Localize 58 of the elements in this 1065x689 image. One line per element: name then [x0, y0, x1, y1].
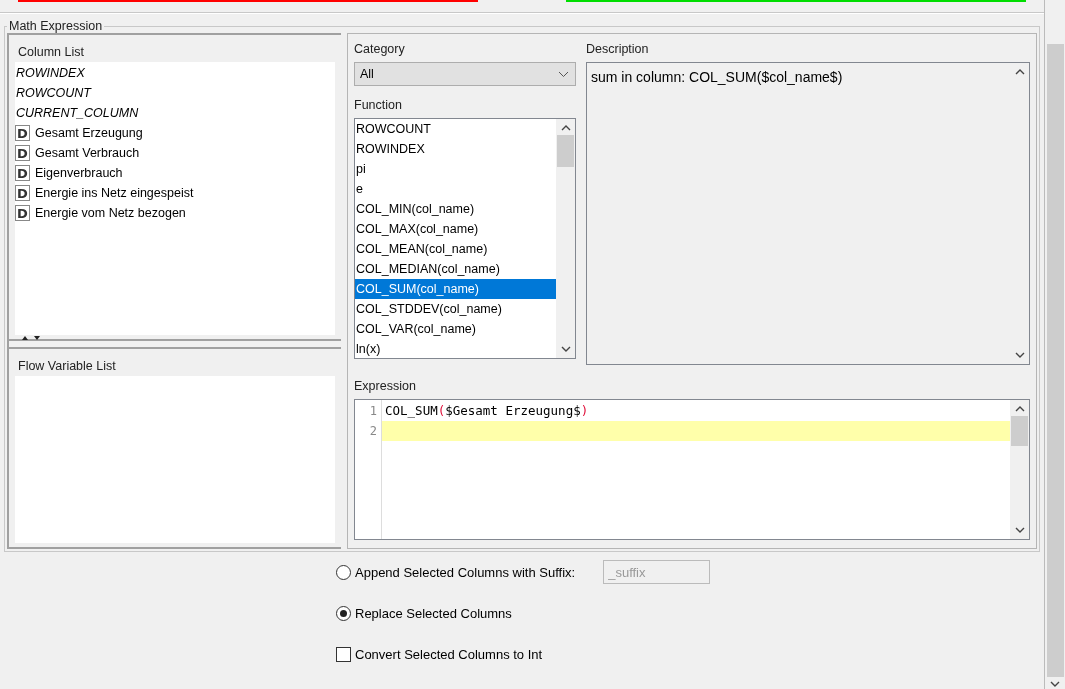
- function-item[interactable]: ln(x): [355, 339, 556, 358]
- expression-label: Expression: [354, 378, 417, 395]
- function-item[interactable]: e: [355, 179, 556, 199]
- scroll-down-icon[interactable]: [1014, 527, 1025, 533]
- column-item[interactable]: Energie ins Netz eingespeist: [34, 183, 194, 203]
- column-item[interactable]: Gesamt Erzeugung: [34, 123, 143, 143]
- function-item[interactable]: COL_VAR(col_name): [355, 319, 556, 339]
- expression-editor[interactable]: 1 2 COL_SUM($Gesamt Erzeugung$): [354, 399, 1030, 540]
- variable-item[interactable]: CURRENT_COLUMN: [15, 103, 335, 123]
- scroll-up-icon[interactable]: [1014, 69, 1025, 75]
- scrollbar[interactable]: [1010, 400, 1029, 539]
- radio-button[interactable]: [336, 564, 351, 580]
- scrollbar-thumb[interactable]: [1011, 416, 1028, 446]
- column-item[interactable]: Eigenverbrauch: [34, 163, 123, 183]
- line-number: 2: [368, 423, 377, 440]
- chevron-down-icon: [558, 70, 569, 78]
- type-badge: D: [15, 205, 30, 221]
- function-item[interactable]: ROWCOUNT: [355, 119, 556, 139]
- option-label[interactable]: Replace Selected Columns: [355, 605, 512, 621]
- category-label: Category: [354, 41, 406, 58]
- radio-button[interactable]: [336, 605, 351, 621]
- description-text: sum in column: COL_SUM($col_name$): [590, 68, 844, 87]
- type-badge: D: [15, 125, 30, 141]
- function-item[interactable]: COL_MEDIAN(col_name): [355, 259, 556, 279]
- scroll-down-icon[interactable]: [1050, 681, 1060, 687]
- variable-item[interactable]: ROWCOUNT: [15, 83, 335, 103]
- scrollbar-thumb[interactable]: [1046, 44, 1064, 677]
- line-number: 1: [368, 403, 377, 420]
- option-label[interactable]: Append Selected Columns with Suffix:: [355, 564, 576, 580]
- panel-title: Flow Variable List: [17, 358, 117, 375]
- description-label: Description: [586, 41, 650, 58]
- panel-title: Column List: [17, 44, 85, 61]
- function-item[interactable]: COL_MAX(col_name): [355, 219, 556, 239]
- function-item[interactable]: ROWINDEX: [355, 139, 556, 159]
- type-badge: D: [15, 185, 30, 201]
- splitter-arrows-icon[interactable]: [21, 335, 43, 341]
- variable-item[interactable]: ROWINDEX: [15, 63, 335, 83]
- group-title: Math Expression: [8, 19, 104, 33]
- scroll-down-icon[interactable]: [560, 346, 571, 352]
- function-item[interactable]: COL_MEAN(col_name): [355, 239, 556, 259]
- column-item[interactable]: Gesamt Verbrauch: [34, 143, 140, 163]
- function-item[interactable]: COL_STDDEV(col_name): [355, 299, 556, 319]
- option-label[interactable]: Convert Selected Columns to Int: [355, 646, 543, 662]
- scroll-up-icon[interactable]: [560, 125, 571, 131]
- scroll-down-icon[interactable]: [1014, 352, 1025, 358]
- type-badge: D: [15, 165, 30, 181]
- function-item[interactable]: COL_SUM(col_name): [355, 279, 556, 299]
- function-item[interactable]: COL_MIN(col_name): [355, 199, 556, 219]
- scrollbar[interactable]: [556, 119, 575, 358]
- scrollbar-thumb[interactable]: [557, 135, 574, 167]
- function-item[interactable]: pi: [355, 159, 556, 179]
- code-line: COL_SUM($Gesamt Erzeugung$): [384, 402, 590, 420]
- type-badge: D: [15, 145, 30, 161]
- category-dropdown[interactable]: All: [354, 62, 576, 86]
- column-item[interactable]: Energie vom Netz bezogen: [34, 203, 186, 223]
- scroll-up-icon[interactable]: [1014, 406, 1025, 412]
- checkbox[interactable]: [336, 646, 351, 662]
- function-label: Function: [354, 97, 403, 114]
